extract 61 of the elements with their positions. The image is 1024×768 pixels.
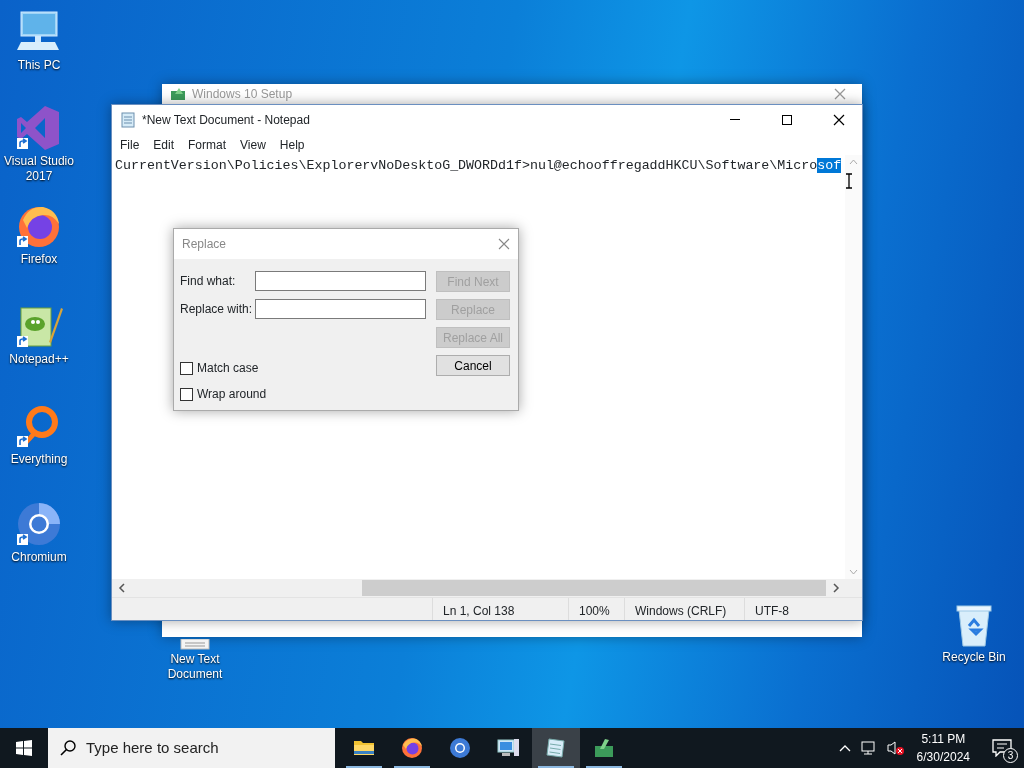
taskbar-app[interactable] <box>532 728 580 768</box>
firefox-icon <box>400 736 424 760</box>
checkbox[interactable] <box>180 387 193 401</box>
dialog-title: Replace <box>182 236 227 253</box>
setup-icon <box>170 87 186 101</box>
field-label: Find what: <box>180 273 237 290</box>
icon-label[interactable]: New Text Document <box>156 652 234 682</box>
windows-icon <box>16 740 32 756</box>
menu-item[interactable]: Help <box>273 136 313 154</box>
message-icon <box>992 739 1012 757</box>
input-field[interactable] <box>255 271 426 291</box>
checkbox-label[interactable]: Match case <box>197 359 259 377</box>
field-label: Replace with: <box>180 301 254 318</box>
maximize-icon <box>781 114 793 126</box>
notification-count: 3 <box>1003 748 1018 763</box>
search-box[interactable]: Type here to search <box>48 728 335 768</box>
window-title: Windows 10 Setup <box>192 86 293 103</box>
clock-time[interactable]: 5:11 PM <box>921 730 966 748</box>
chromium-icon[interactable] <box>15 500 63 548</box>
dialog-button[interactable]: Cancel <box>436 355 510 376</box>
icon-label[interactable]: Firefox <box>20 252 58 267</box>
status-text: Windows (CRLF) <box>624 598 744 620</box>
vertical-scrollbar[interactable] <box>845 155 862 579</box>
icon-label[interactable]: Chromium <box>11 550 67 565</box>
network-icon[interactable] <box>860 740 877 756</box>
text-content: CurrentVersion\Policies\ExplorervNoDesktoG_DWORDd1f>nul@echooffregaddHKCU\Software\Micro <box>115 158 818 173</box>
notepad-icon <box>544 736 568 760</box>
checkbox-label[interactable]: Wrap around <box>197 385 267 403</box>
scrollbar-thumb[interactable] <box>362 580 826 596</box>
status-text: UTF-8 <box>744 598 844 620</box>
chromium-icon <box>448 736 472 760</box>
icon-label[interactable]: Visual Studio 2017 <box>0 154 78 184</box>
notepad-icon <box>120 112 136 128</box>
notifications-button[interactable]: 3 <box>980 728 1024 768</box>
menu-item[interactable]: Format <box>182 136 235 154</box>
menu-item[interactable]: View <box>234 136 274 154</box>
icon-label[interactable]: This PC <box>17 58 61 73</box>
input-field[interactable] <box>255 299 426 319</box>
menu-item[interactable]: Edit <box>147 136 183 154</box>
scroll-down-icon <box>849 569 858 575</box>
scroll-up-icon <box>849 159 858 165</box>
close-button[interactable] <box>498 238 510 250</box>
checkbox[interactable] <box>180 361 193 375</box>
text-cursor-icon <box>845 173 853 189</box>
close-icon <box>834 88 846 100</box>
selected-text: sof <box>817 158 842 173</box>
icon-label[interactable]: Everything <box>10 452 68 467</box>
search-icon <box>60 740 76 756</box>
search-placeholder: Type here to search <box>86 737 219 758</box>
menu-item[interactable]: File <box>114 136 148 154</box>
clock-date[interactable]: 6/30/2024 <box>916 748 970 766</box>
close-icon <box>833 114 845 126</box>
icon-label[interactable]: Notepad++ <box>9 352 69 367</box>
status-text: Ln 1, Col 138 <box>432 598 568 620</box>
close-icon <box>498 238 510 250</box>
speaker-muted-icon[interactable] <box>886 740 905 756</box>
icon-label[interactable]: Recycle Bin <box>942 650 1006 665</box>
setup-icon <box>592 736 616 760</box>
window-title: *New Text Document - Notepad <box>142 112 310 129</box>
status-text: 100% <box>568 598 624 620</box>
chevron-up-icon[interactable] <box>838 744 851 752</box>
